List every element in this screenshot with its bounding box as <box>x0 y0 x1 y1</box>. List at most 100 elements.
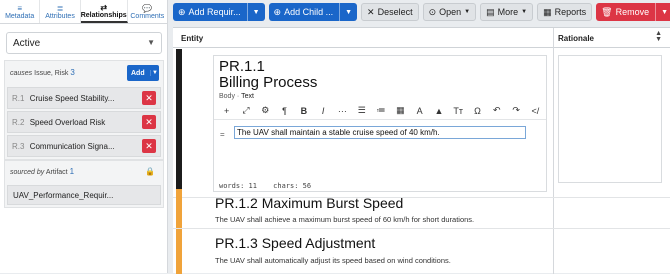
relation-count: 3 <box>70 68 75 77</box>
selection-bar <box>176 49 182 197</box>
add-requirement-label: Add Requir... <box>188 7 241 17</box>
bulleted-list-icon[interactable]: ☰ <box>352 105 371 116</box>
caret-down-icon[interactable]: ▼ <box>339 3 352 21</box>
chevron-down-icon: ▼ <box>147 38 155 47</box>
relation-item[interactable]: R.3 Communication Signa... ✕ <box>7 135 161 157</box>
table-row[interactable]: PR.1.2 Maximum Burst Speed The UAV shall… <box>173 189 670 229</box>
relation-types: Artifact <box>45 169 68 176</box>
causes-header: causes Issue, Risk 3 Add ▼ <box>5 61 163 87</box>
status-value: Active <box>13 38 41 49</box>
lock-icon: 🔒 <box>145 167 155 176</box>
relation-count: 1 <box>69 167 75 176</box>
editor-body: = The UAV shall maintain a stable cruise… <box>214 119 546 176</box>
paragraph-icon[interactable]: ¶ <box>275 106 294 116</box>
tab-label: Comments <box>130 12 165 20</box>
more-label: More <box>497 7 519 17</box>
editor-content[interactable]: The UAV shall maintain a stable cruise s… <box>234 126 526 139</box>
grid-header: Entity Rationale ▲ ▼ <box>173 28 670 48</box>
caret-down-icon[interactable]: ▼ <box>655 3 668 21</box>
component-icon[interactable]: ⚙ <box>256 105 275 116</box>
close-icon: ✕ <box>367 6 375 17</box>
relation-name: Speed Overload Risk <box>29 118 106 127</box>
add-requirement-button[interactable]: ⊕ Add Requir... ▼ <box>173 3 265 21</box>
tab-label: Relationships <box>80 11 127 19</box>
tab-label: Attributes <box>45 12 75 20</box>
redo-icon[interactable]: ↷ <box>506 105 525 116</box>
drag-handle-icon[interactable]: = <box>220 130 225 139</box>
open-circle-icon: ⊙ <box>428 6 437 17</box>
remove-relation-icon[interactable]: ✕ <box>142 91 156 105</box>
editor-toolbar: + ⤢ ⚙ ¶ B I ··· ☰ ≔ ▦ A ▲ Tт Ω ↶ ↷ </ <box>217 103 545 118</box>
tab-attributes[interactable]: ≣ Attributes <box>40 0 81 23</box>
editor-title[interactable]: Billing Process <box>219 74 317 91</box>
italic-icon[interactable]: I <box>313 106 332 116</box>
open-label: Open <box>439 7 462 17</box>
table-row[interactable]: PR.1.3 Speed Adjustment The UAV shall au… <box>173 229 670 274</box>
add-relation-button[interactable]: Add ▼ <box>127 65 159 81</box>
rationale-cell[interactable] <box>558 55 662 183</box>
caret-down-icon[interactable]: ▼ <box>150 70 159 76</box>
add-child-button[interactable]: ⊕ Add Child ... ▼ <box>268 3 358 21</box>
highlight-icon[interactable]: ▲ <box>429 106 448 116</box>
field-label: Body <box>219 93 235 100</box>
more-button[interactable]: ▤ More ▼ <box>480 3 534 21</box>
causes-panel: causes Issue, Risk 3 Add ▼ R.1 Cruise Sp… <box>4 60 164 160</box>
bold-icon[interactable]: B <box>294 106 313 116</box>
remove-relation-icon[interactable]: ✕ <box>142 115 156 129</box>
report-icon: ▦ <box>543 6 552 17</box>
special-char-icon[interactable]: Ω <box>468 106 487 116</box>
attributes-icon: ≣ <box>56 3 64 13</box>
remove-button[interactable]: 🗑 Remove ▼ <box>596 3 670 21</box>
caret-down-icon[interactable]: ▼ <box>246 3 260 21</box>
relation-id: R.1 <box>12 94 25 103</box>
reports-label: Reports <box>554 7 587 17</box>
tab-comments[interactable]: 💬 Comments <box>128 0 167 23</box>
relation-prefix: causes <box>10 70 33 77</box>
tab-metadata[interactable]: ≡ Metadata <box>0 0 41 23</box>
source-item[interactable]: UAV_Performance_Requir... <box>7 185 161 205</box>
tab-relationships[interactable]: ⇄ Relationships <box>80 0 128 23</box>
table-row-selected[interactable]: PR.1.1 Billing Process Body · Text + ⤢ ⚙… <box>173 49 670 198</box>
deselect-label: Deselect <box>377 7 413 17</box>
relation-name: Communication Signa... <box>29 142 115 151</box>
editor-id[interactable]: PR.1.1 <box>219 58 265 75</box>
sourced-header: sourced by Artifact 1 🔒 <box>5 161 163 183</box>
relation-id: R.3 <box>12 142 25 151</box>
trash-icon: 🗑 <box>601 6 613 17</box>
numbered-list-icon[interactable]: ≔ <box>371 105 390 116</box>
open-button[interactable]: ⊙ Open ▼ <box>422 3 477 21</box>
plus-icon[interactable]: + <box>217 106 236 116</box>
remove-label: Remove <box>615 7 650 17</box>
remove-relation-icon[interactable]: ✕ <box>142 139 156 153</box>
requirement-title: PR.1.3 Speed Adjustment <box>215 235 376 251</box>
add-child-label: Add Child ... <box>284 7 334 17</box>
column-header-rationale[interactable]: Rationale <box>558 34 594 43</box>
relation-name: Cruise Speed Stability... <box>29 94 115 103</box>
more-horizontal-icon[interactable]: ··· <box>333 106 352 116</box>
expand-icon[interactable]: ⤢ <box>236 105 255 116</box>
status-select[interactable]: Active ▼ <box>6 32 162 54</box>
font-size-icon[interactable]: Tт <box>449 106 468 116</box>
text-color-icon[interactable]: A <box>410 106 429 116</box>
relation-item[interactable]: R.1 Cruise Speed Stability... ✕ <box>7 87 161 109</box>
tab-label: Metadata <box>5 12 35 20</box>
undo-icon[interactable]: ↶ <box>487 105 506 116</box>
sidebar-tabs: ≡ Metadata ≣ Attributes ⇄ Relationships … <box>0 0 167 24</box>
source-code-icon[interactable]: </ <box>526 106 545 116</box>
table-icon[interactable]: ▦ <box>391 105 410 116</box>
relation-id: R.2 <box>12 118 25 127</box>
relation-item[interactable]: R.2 Speed Overload Risk ✕ <box>7 111 161 133</box>
rich-text-editor[interactable]: PR.1.1 Billing Process Body · Text + ⤢ ⚙… <box>213 55 547 192</box>
row-status-bar <box>176 189 182 228</box>
requirement-title: PR.1.2 Maximum Burst Speed <box>215 195 404 211</box>
sort-icon[interactable]: ▲ ▼ <box>655 30 662 43</box>
deselect-button[interactable]: ✕ Deselect <box>361 3 419 21</box>
reports-button[interactable]: ▦ Reports <box>537 3 593 21</box>
caret-down-icon: ▼ <box>464 9 471 15</box>
sidebar: ≡ Metadata ≣ Attributes ⇄ Relationships … <box>0 0 168 273</box>
caret-down-icon: ▼ <box>521 9 528 15</box>
field-mode[interactable]: Text <box>241 93 254 100</box>
column-header-entity[interactable]: Entity <box>181 34 203 43</box>
menu-icon: ▤ <box>486 6 495 17</box>
toolbar: ⊕ Add Requir... ▼ ⊕ Add Child ... ▼ ✕ De… <box>173 3 670 21</box>
